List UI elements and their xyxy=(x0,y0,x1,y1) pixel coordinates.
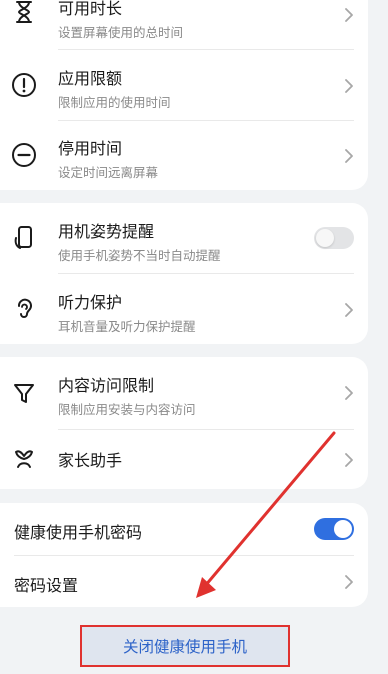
hourglass-icon xyxy=(10,0,38,26)
list-item-parent-assistant[interactable]: 家长助手 xyxy=(0,430,368,489)
list-item-subtitle: 使用手机姿势不当时自动提醒 xyxy=(58,248,221,263)
ear-icon xyxy=(10,295,38,323)
list-item-posture-reminder[interactable]: 用机姿势提醒 使用手机姿势不当时自动提醒 xyxy=(0,203,368,273)
toggle-knob xyxy=(334,520,352,538)
restrictions-card: 内容访问限制 限制应用安装与内容访问 家长助手 xyxy=(0,357,368,489)
list-item-title: 可用时长 xyxy=(58,0,123,18)
parent-assistant-icon xyxy=(10,445,38,473)
chevron-right-icon xyxy=(344,386,354,400)
password-toggle-row[interactable]: 健康使用手机密码 xyxy=(0,503,368,555)
list-item-title: 内容访问限制 xyxy=(58,376,155,395)
chevron-right-icon xyxy=(344,79,354,93)
chevron-right-icon xyxy=(344,8,354,22)
list-item-subtitle: 限制应用安装与内容访问 xyxy=(58,402,196,417)
filter-icon xyxy=(10,379,38,407)
list-item-subtitle: 限制应用的使用时间 xyxy=(58,95,171,110)
minus-circle-icon xyxy=(10,141,38,169)
password-settings-label: 密码设置 xyxy=(14,576,79,595)
reminders-card: 用机姿势提醒 使用手机姿势不当时自动提醒 听力保护 耳机音量及听力保护提醒 xyxy=(0,203,368,344)
list-item-title: 听力保护 xyxy=(58,293,123,312)
list-item-title: 停用时间 xyxy=(58,139,123,158)
chevron-right-icon xyxy=(344,453,354,467)
chevron-right-icon xyxy=(344,575,354,589)
close-healthy-usage-button[interactable]: 关闭健康使用手机 xyxy=(80,625,290,667)
list-item-title: 用机姿势提醒 xyxy=(58,222,155,241)
password-toggle[interactable] xyxy=(314,518,354,540)
password-settings-row[interactable]: 密码设置 xyxy=(0,556,368,607)
list-item-app-limits[interactable]: 应用限额 限制应用的使用时间 xyxy=(0,50,368,120)
posture-reminder-toggle[interactable] xyxy=(314,227,354,249)
password-card: 健康使用手机密码 密码设置 xyxy=(0,503,368,607)
list-item-hearing-protection[interactable]: 听力保护 耳机音量及听力保护提醒 xyxy=(0,274,368,344)
list-item-title: 应用限额 xyxy=(58,69,123,88)
list-item-subtitle: 耳机音量及听力保护提醒 xyxy=(58,319,196,334)
toggle-knob xyxy=(316,229,334,247)
list-item-content-restrictions[interactable]: 内容访问限制 限制应用安装与内容访问 xyxy=(0,357,368,429)
chevron-right-icon xyxy=(344,149,354,163)
list-item-downtime[interactable]: 停用时间 设定时间远离屏幕 xyxy=(0,121,368,190)
list-item-title: 家长助手 xyxy=(58,451,123,470)
close-button-label: 关闭健康使用手机 xyxy=(122,638,247,656)
exclamation-circle-icon xyxy=(10,71,38,99)
list-item-available-time[interactable]: 可用时长 设置屏幕使用的总时间 xyxy=(0,0,368,48)
chevron-right-icon xyxy=(344,303,354,317)
list-item-subtitle: 设置屏幕使用的总时间 xyxy=(58,25,184,40)
list-item-subtitle: 设定时间远离屏幕 xyxy=(58,165,159,180)
password-toggle-label: 健康使用手机密码 xyxy=(14,523,143,542)
screen-time-card: 可用时长 设置屏幕使用的总时间 应用限额 限制应用的使用时间 停用时间 设定时间… xyxy=(0,0,368,190)
phone-posture-icon xyxy=(10,224,38,252)
